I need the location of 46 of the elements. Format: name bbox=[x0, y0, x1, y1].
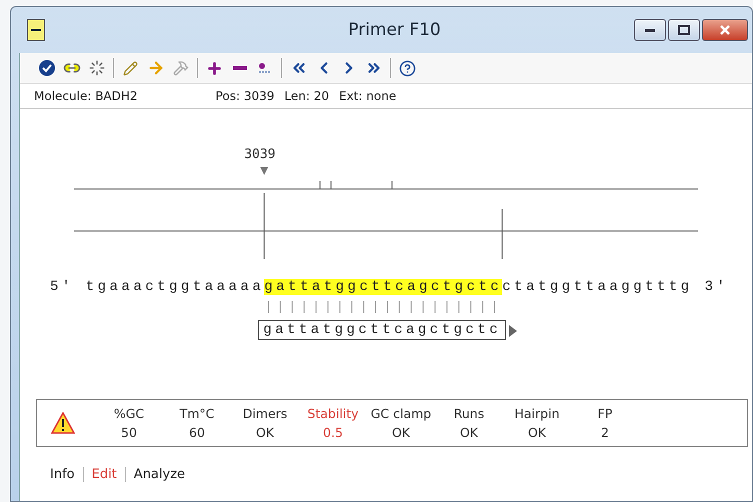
info-text: Pos: 3039 bbox=[216, 89, 274, 103]
tab[interactable]: Edit bbox=[82, 467, 125, 482]
info-text: Molecule: BADH2 bbox=[34, 89, 138, 103]
stat-value: OK bbox=[254, 425, 276, 440]
warning-icon bbox=[51, 412, 75, 434]
stat-label: Stability bbox=[306, 406, 360, 421]
minimize-icon bbox=[645, 28, 655, 32]
position-marker-icon bbox=[260, 167, 268, 175]
app-icon bbox=[27, 19, 45, 41]
maximize-button[interactable] bbox=[668, 19, 700, 41]
arrow-right-icon bbox=[146, 59, 164, 77]
minus-icon bbox=[232, 66, 246, 70]
info-text: Ext: none bbox=[339, 89, 396, 103]
stat-label: Runs bbox=[452, 406, 486, 421]
window-title: Primer F10 bbox=[347, 20, 442, 40]
plus-icon bbox=[206, 60, 223, 76]
help-icon bbox=[399, 60, 416, 76]
stat-value: 60 bbox=[188, 425, 206, 440]
stat-value: 0.5 bbox=[322, 425, 344, 440]
stat-label: Tm°C bbox=[178, 406, 216, 421]
play-triangle-icon bbox=[508, 324, 518, 338]
stat-label: Hairpin bbox=[513, 406, 560, 421]
dotted-circle-icon bbox=[88, 60, 104, 76]
stat-value: 50 bbox=[120, 425, 138, 440]
stat-value: OK bbox=[390, 425, 412, 440]
maximize-icon bbox=[678, 25, 690, 35]
position-label: 3039 bbox=[244, 147, 276, 162]
stat-value: 2 bbox=[600, 425, 610, 440]
info-text: Len: 20 bbox=[284, 89, 329, 103]
sequence-text: 5' tgaaactggtaaaaa gattatggcttcagctgctc ctatggttaaggtttg 3' bbox=[50, 279, 728, 295]
primer-highlight: gattatggcttcagctgctc bbox=[264, 279, 502, 295]
stat-label: GC clamp bbox=[370, 406, 432, 421]
minimize-button[interactable] bbox=[634, 19, 666, 41]
stat-value: OK bbox=[458, 425, 480, 440]
stat-label: %GC bbox=[112, 406, 146, 421]
tab[interactable]: Analyze bbox=[124, 467, 194, 482]
close-button[interactable] bbox=[702, 19, 748, 41]
close-icon bbox=[720, 25, 730, 35]
hammer-icon bbox=[172, 60, 188, 76]
stat-label: FP bbox=[596, 406, 614, 421]
pencil-icon bbox=[123, 60, 138, 76]
primer-sequence-box: gattatggcttcagctgctc bbox=[258, 320, 506, 340]
stat-label: Dimers bbox=[242, 406, 288, 421]
stat-value: OK bbox=[526, 425, 548, 440]
check-circle-icon bbox=[38, 59, 56, 77]
tab[interactable]: Info bbox=[42, 467, 83, 482]
